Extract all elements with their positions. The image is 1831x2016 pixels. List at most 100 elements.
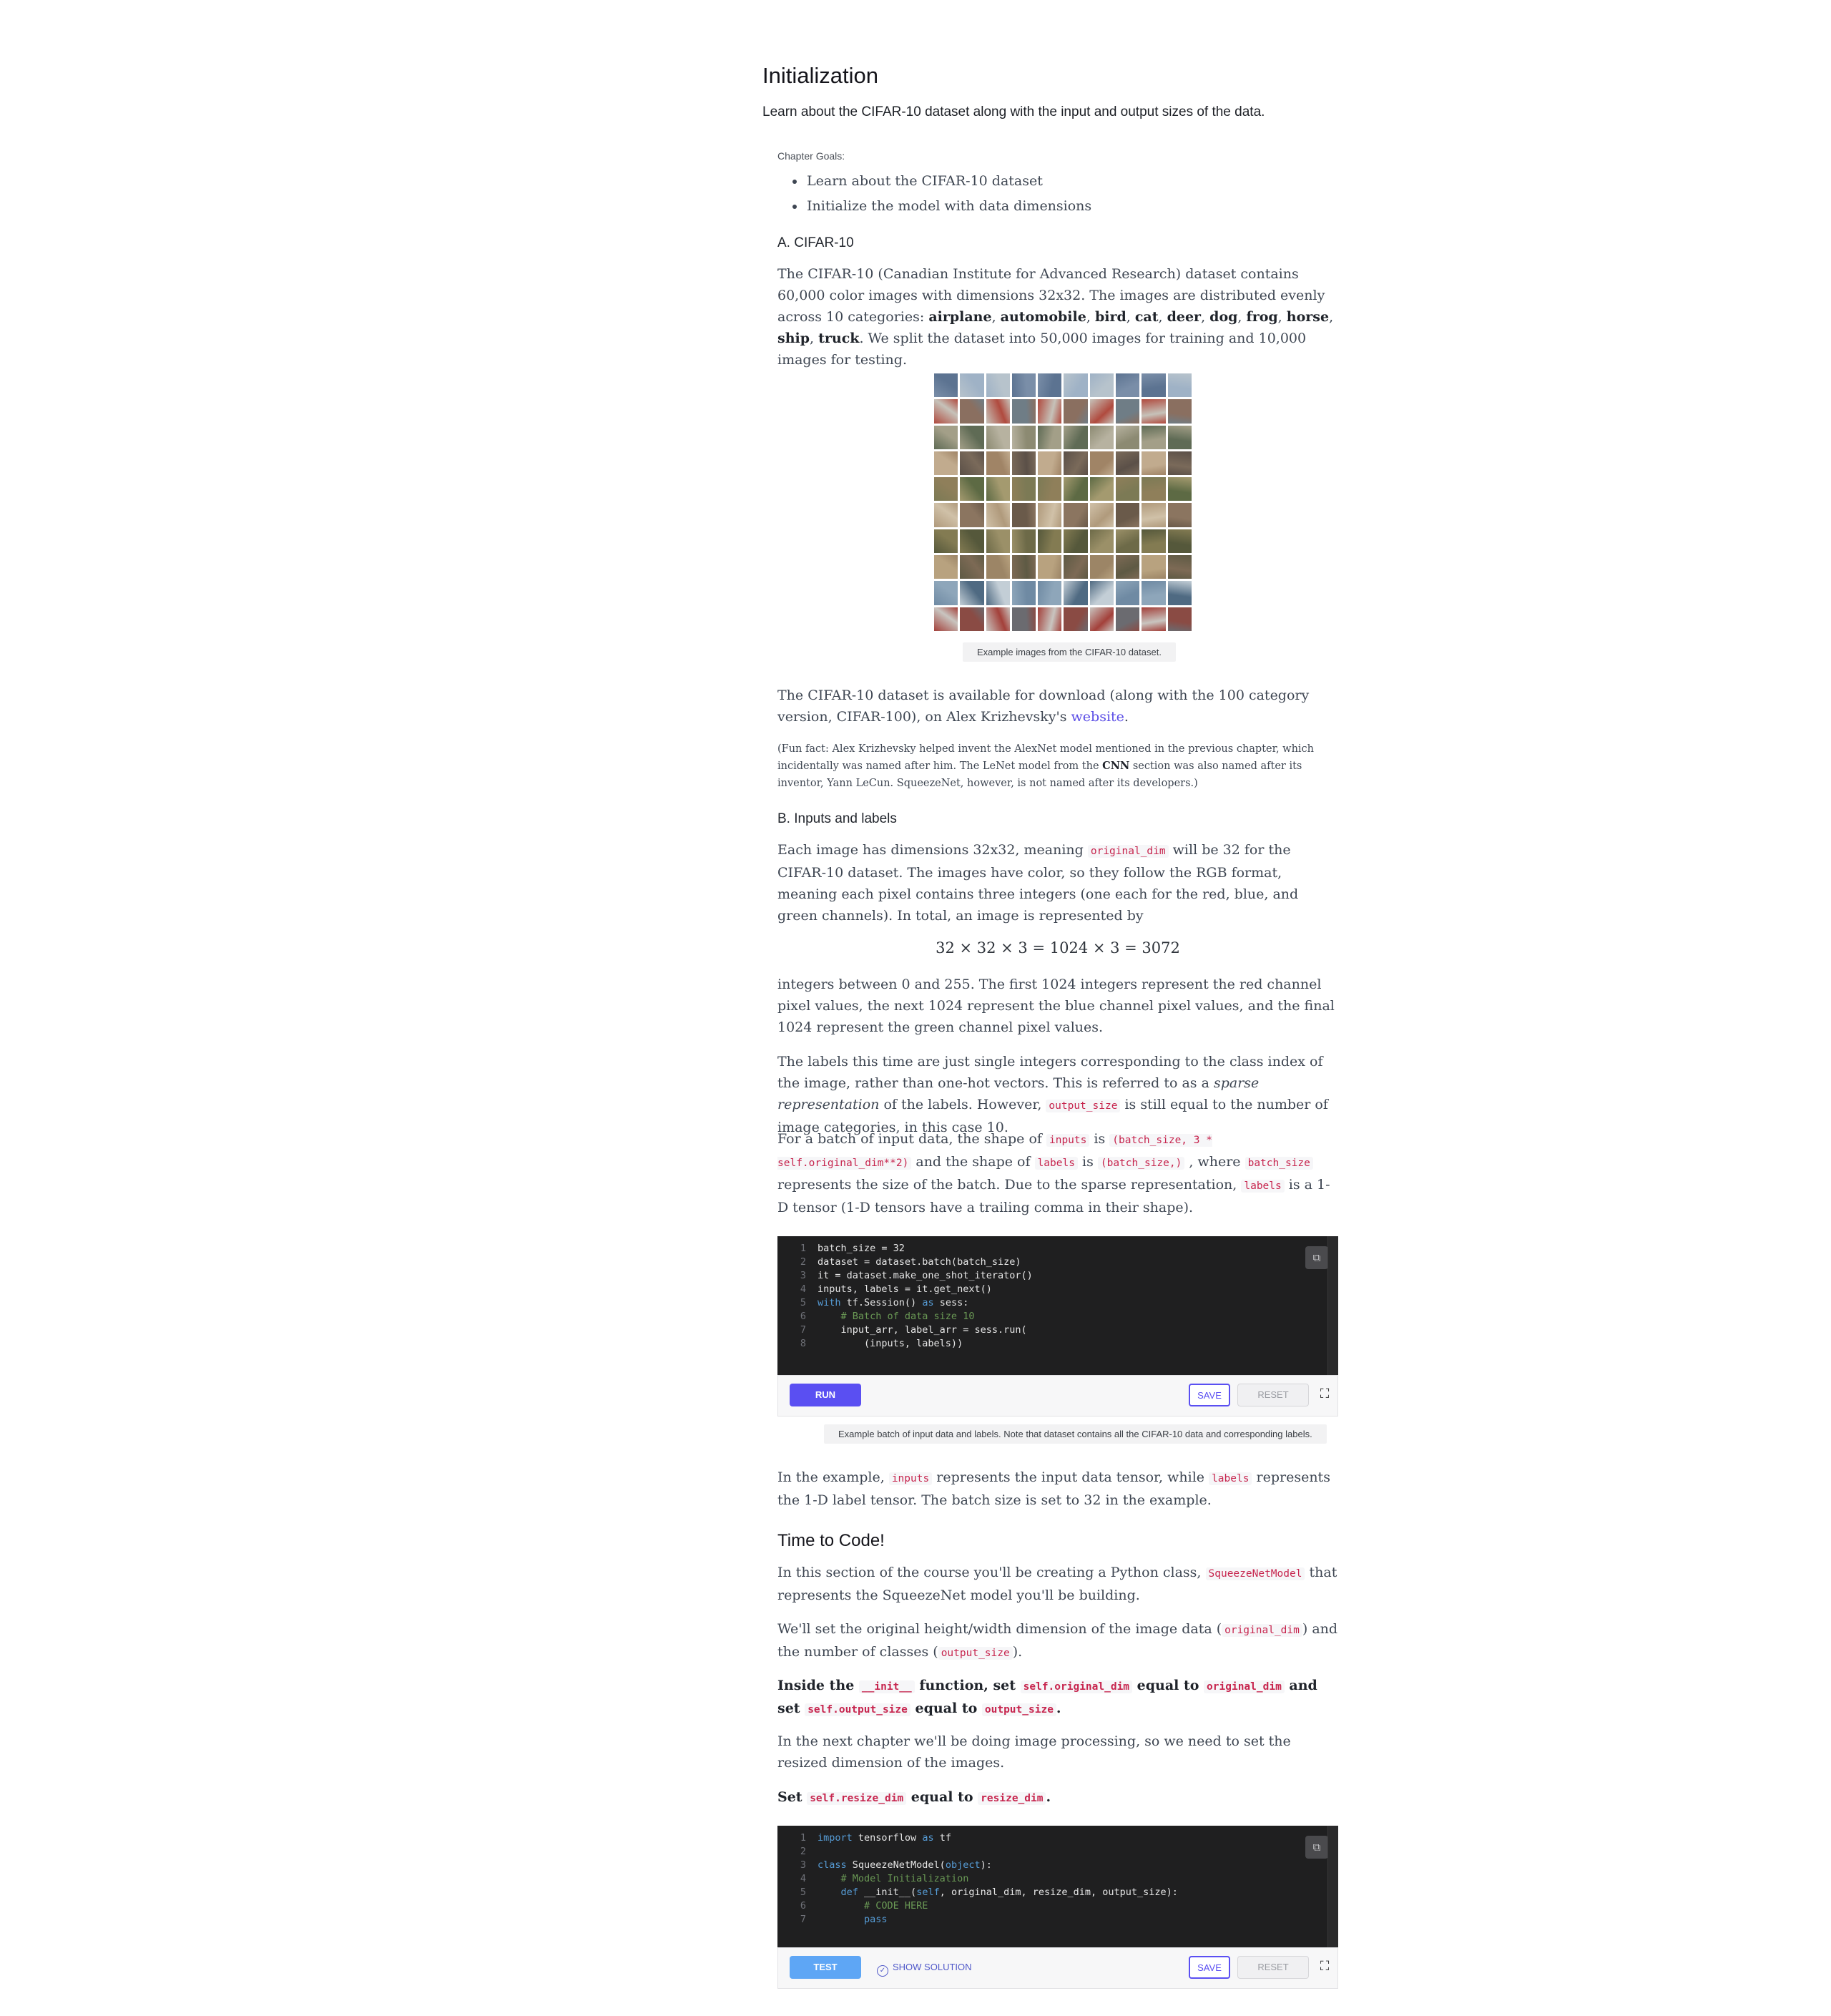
code-line[interactable]: 2: [777, 1845, 1338, 1859]
cifar-example-image: [934, 373, 1192, 631]
test-button[interactable]: TEST: [790, 1956, 861, 1979]
code-line[interactable]: 3 class SqueezeNetModel(object):: [777, 1859, 1338, 1872]
cifar-thumbnail: [1038, 477, 1062, 501]
cifar-thumbnail: [1089, 555, 1114, 579]
fullscreen-icon[interactable]: ⛶: [1316, 1386, 1333, 1403]
code-text: batch_size = 32: [818, 1243, 905, 1254]
code-text: it = dataset.make_one_shot_iterator(): [818, 1270, 1033, 1281]
code-line[interactable]: 4 inputs, labels = it.get_next(): [777, 1283, 1338, 1296]
chapter-goals-list: Learn about the CIFAR-10 dataset Initial…: [805, 169, 1091, 219]
cifar-thumbnail: [1167, 425, 1192, 449]
line-number: 7: [800, 1324, 806, 1336]
cifar-thumbnail: [934, 581, 958, 605]
save-button[interactable]: SAVE: [1189, 1384, 1230, 1406]
code-line[interactable]: 7 pass: [777, 1913, 1338, 1927]
cifar-thumbnail: [1142, 477, 1166, 501]
cifar-thumbnail: [960, 581, 984, 605]
example-explain-paragraph: In the example, inputs represents the in…: [777, 1469, 1330, 1508]
code-line[interactable]: 2 dataset = dataset.batch(batch_size): [777, 1256, 1338, 1269]
cifar-thumbnail: [1064, 373, 1088, 398]
cifar-thumbnail: [1064, 503, 1088, 527]
cifar-thumbnail: [1142, 529, 1166, 554]
class-intro-paragraph: In this section of the course you'll be …: [777, 1565, 1337, 1603]
cifar-thumbnail: [1116, 451, 1140, 476]
cifar-thumbnail: [1167, 477, 1192, 501]
code-text: inputs, labels = it.get_next(): [818, 1283, 992, 1295]
show-solution-button[interactable]: ✓ SHOW SOLUTION: [877, 1962, 972, 1977]
cifar-thumbnail: [1011, 477, 1036, 501]
code-editor-exercise[interactable]: 1 import tensorflow as tf 2 3 class SqueezeN…: [777, 1826, 1338, 1947]
line-number: 1: [800, 1243, 806, 1254]
cifar-thumbnail: [986, 373, 1010, 398]
code-text: with tf.Session() as sess:: [818, 1297, 969, 1308]
save-button[interactable]: SAVE: [1189, 1956, 1230, 1979]
cifar-thumbnail: [986, 555, 1010, 579]
cifar-thumbnail: [1089, 581, 1114, 605]
code-text: # CODE HERE: [818, 1900, 928, 1912]
cifar-thumbnail: [1167, 373, 1192, 398]
cifar-thumbnail: [934, 503, 958, 527]
section-a-heading: A. CIFAR-10: [777, 235, 854, 250]
code-line[interactable]: 7 input_arr, label_arr = sess.run(: [777, 1323, 1338, 1337]
check-circle-icon: ✓: [877, 1965, 888, 1977]
cifar-thumbnail: [1011, 607, 1036, 631]
cifar-thumbnail: [1038, 529, 1062, 554]
code-line[interactable]: 4 # Model Initialization: [777, 1872, 1338, 1886]
cifar-thumbnail: [1011, 503, 1036, 527]
code-editor-example[interactable]: 1 batch_size = 32 2 dataset = dataset.batch…: [777, 1236, 1338, 1375]
cifar-thumbnail: [986, 477, 1010, 501]
cifar-thumbnail: [1011, 529, 1036, 554]
cifar-thumbnail: [934, 373, 958, 398]
cifar-thumbnail: [1038, 555, 1062, 579]
cifar-thumbnail: [986, 425, 1010, 449]
cifar-thumbnail: [1038, 425, 1062, 449]
fullscreen-icon[interactable]: ⛶: [1316, 1958, 1333, 1975]
website-link[interactable]: website: [1071, 709, 1124, 725]
cifar-thumbnail: [1142, 373, 1166, 398]
chapter-goals-label: Chapter Goals:: [777, 150, 845, 162]
cifar-thumbnail: [1038, 581, 1062, 605]
cifar-thumbnail: [960, 399, 984, 424]
reset-button[interactable]: RESET: [1237, 1956, 1309, 1979]
code-line[interactable]: 5 def __init__(self, original_dim, resiz…: [777, 1886, 1338, 1899]
cifar-thumbnail: [934, 607, 958, 631]
code-line[interactable]: 8 (inputs, labels)): [777, 1337, 1338, 1351]
cifar-thumbnail: [1142, 607, 1166, 631]
copy-icon[interactable]: ⧉: [1305, 1246, 1328, 1269]
code-text: (inputs, labels)): [818, 1338, 963, 1349]
cifar-thumbnail: [1167, 607, 1192, 631]
cifar-thumbnail: [1142, 503, 1166, 527]
dimensions-paragraph: Each image has dimensions 32x32, meaning…: [777, 842, 1299, 924]
run-button[interactable]: RUN: [790, 1384, 861, 1406]
cifar-thumbnail: [1011, 373, 1036, 398]
code-line[interactable]: 1 import tensorflow as tf: [777, 1831, 1338, 1845]
editor-scrollbar[interactable]: [1327, 1826, 1338, 1947]
cifar-thumbnail: [1038, 451, 1062, 476]
copy-icon[interactable]: ⧉: [1305, 1836, 1328, 1859]
code-line[interactable]: 6 # CODE HERE: [777, 1899, 1338, 1913]
code-line[interactable]: 5 with tf.Session() as sess:: [777, 1296, 1338, 1310]
cifar-thumbnail: [1011, 399, 1036, 424]
cifar-thumbnail: [986, 607, 1010, 631]
cifar-thumbnail: [1011, 425, 1036, 449]
cifar-thumbnail: [986, 451, 1010, 476]
code-line[interactable]: 6 # Batch of data size 10: [777, 1310, 1338, 1323]
code-text: def __init__(self, original_dim, resize_…: [840, 1887, 1178, 1898]
reset-button[interactable]: RESET: [1237, 1384, 1309, 1406]
fun-fact-paragraph: (Fun fact: Alex Krizhevsky helped invent…: [777, 743, 1315, 789]
section-b-heading: B. Inputs and labels: [777, 811, 897, 826]
cifar-thumbnail: [934, 477, 958, 501]
cifar-thumbnail: [934, 529, 958, 554]
cifar-thumbnail: [960, 477, 984, 501]
cifar-thumbnail: [1011, 451, 1036, 476]
cifar-thumbnail: [1089, 477, 1114, 501]
labels-paragraph: The labels this time are just single int…: [777, 1054, 1328, 1135]
code-line[interactable]: 1 batch_size = 32: [777, 1242, 1338, 1256]
cifar-thumbnail: [1089, 451, 1114, 476]
code-toolbar-example: RUN SAVE RESET ⛶: [777, 1375, 1338, 1416]
cifar-thumbnail: [1116, 373, 1140, 398]
editor-scrollbar[interactable]: [1327, 1236, 1338, 1375]
cifar-thumbnail: [1089, 503, 1114, 527]
line-number: 7: [800, 1914, 806, 1925]
code-line[interactable]: 3 it = dataset.make_one_shot_iterator(): [777, 1269, 1338, 1283]
